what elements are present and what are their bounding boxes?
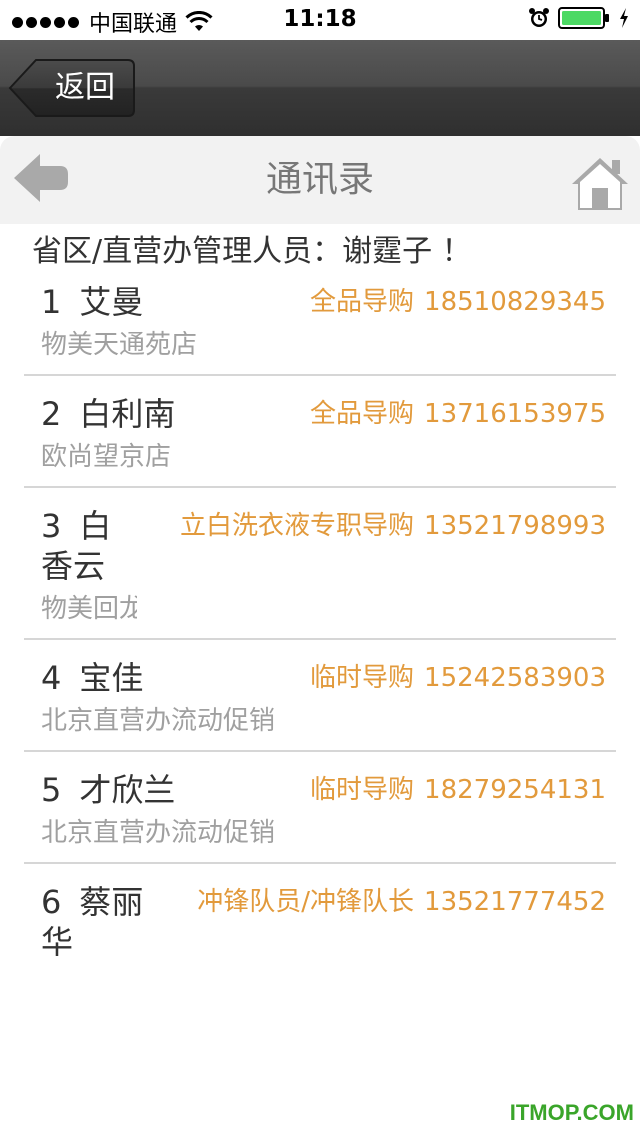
contact-name-text: 蔡丽 (79, 883, 144, 921)
status-bar: 中国联通 11:18 (0, 0, 640, 40)
page-title: 通讯录 (265, 159, 374, 200)
status-right (528, 7, 630, 29)
charging-bolt-icon (620, 8, 628, 28)
contact-name-text: 才欣兰 (79, 771, 176, 809)
battery-icon (558, 7, 609, 29)
contact-number: 3 (41, 507, 62, 545)
contact-store: 物美回龙 (41, 594, 137, 624)
watermark: ITMOP.COM (509, 1100, 634, 1125)
contact-phone[interactable]: 13521798993 (424, 506, 606, 546)
contact-phone[interactable]: 13521777452 (424, 882, 606, 922)
contact-number: 6 (41, 883, 62, 921)
contact-number: 2 (41, 395, 62, 433)
contact-name: 3白 香云 (41, 506, 111, 586)
contact-phone[interactable]: 13716153975 (424, 394, 606, 434)
contact-item[interactable]: 6 蔡丽 华 冲锋队员/冲锋队长 13521777452 (24, 882, 616, 972)
contact-item[interactable]: 4 宝佳 临时导购 15242583903 北京直营办流动促销 (24, 658, 616, 752)
contact-name-text: 香云 (41, 547, 106, 585)
divider (24, 862, 616, 864)
sheet-header: 通讯录 (0, 136, 640, 224)
contact-role: 临时导购 (309, 663, 414, 693)
contact-store: 北京直营办流动促销 (41, 706, 276, 736)
contact-store: 欧尚望京店 (41, 442, 172, 472)
back-button-label: 返回 (55, 70, 115, 105)
contacts-sheet: 通讯录 省区/直营办管理人员：谢霆子 ！ 1 艾曼 全品导购 1851082934… (0, 136, 640, 1136)
contact-phone[interactable]: 18510829345 (424, 282, 606, 322)
contact-phone[interactable]: 18279254131 (424, 770, 606, 810)
contact-name: 5 才欣兰 (41, 770, 175, 810)
contact-name-text: 白利南 (79, 395, 176, 433)
manager-info: 省区/直营办管理人员：谢霆子 ！ (32, 234, 472, 269)
contact-role: 临时导购 (309, 775, 414, 805)
contact-store: 北京直营办流动促销 (41, 818, 276, 848)
divider (24, 750, 616, 752)
contact-item[interactable]: 5 才欣兰 临时导购 18279254131 北京直营办流动促销 (24, 770, 616, 864)
contact-name: 6 蔡丽 华 (41, 882, 143, 962)
contact-role: 冲锋队员/冲锋队长 (197, 887, 414, 917)
contact-number: 4 (41, 659, 62, 697)
contact-item[interactable]: 2 白利南 全品导购 13716153975 欧尚望京店 (24, 394, 616, 488)
home-icon[interactable] (570, 154, 630, 212)
contact-item[interactable]: 1 艾曼 全品导购 18510829345 物美天通苑店 (24, 282, 616, 376)
contact-number: 5 (41, 771, 62, 809)
divider (24, 638, 616, 640)
alarm-clock-icon (529, 8, 549, 27)
contact-name-text: 华 (41, 923, 74, 961)
contact-name: 4 宝佳 (41, 658, 143, 698)
contact-name-text: 白 (79, 507, 112, 545)
navigation-bar: 返回 (0, 40, 640, 136)
contact-name: 1 艾曼 (41, 282, 143, 322)
contact-role: 全品导购 (309, 287, 414, 317)
contact-number: 1 (41, 283, 62, 321)
contact-name-text: 艾曼 (79, 283, 144, 321)
contact-name: 2 白利南 (41, 394, 175, 434)
contact-role: 立白洗衣液专职导购 (179, 511, 414, 541)
divider (24, 374, 616, 376)
contact-phone[interactable]: 15242583903 (424, 658, 606, 698)
divider (24, 486, 616, 488)
contact-store: 物美天通苑店 (41, 330, 198, 360)
contact-name-text: 宝佳 (79, 659, 144, 697)
contact-role: 全品导购 (309, 399, 414, 429)
contact-item[interactable]: 3白 香云 立白洗衣液专职导购 13521798993 物美回龙 (24, 506, 616, 640)
back-button[interactable]: 返回 (8, 58, 136, 118)
